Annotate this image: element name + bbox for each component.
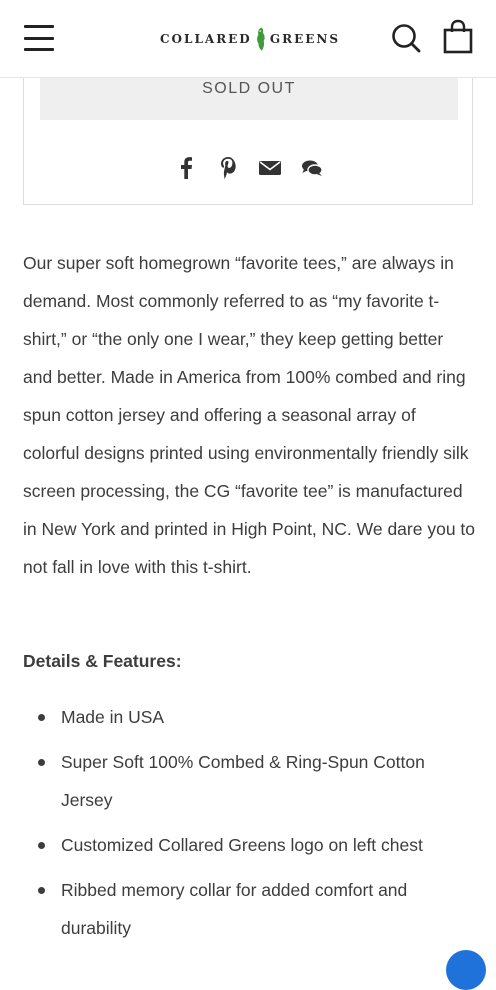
logo-text-right: GREENS bbox=[269, 32, 340, 46]
details-heading: Details & Features: bbox=[23, 651, 182, 671]
share-bar bbox=[174, 154, 324, 182]
logo-text-left: COLLARED bbox=[160, 32, 252, 46]
list-item: Customized Collared Greens logo on left … bbox=[23, 826, 475, 864]
product-description: Our super soft homegrown “favorite tees,… bbox=[23, 253, 476, 577]
chat-icon[interactable] bbox=[446, 950, 486, 990]
comments-icon[interactable] bbox=[300, 156, 324, 180]
list-item: Super Soft 100% Combed & Ring-Spun Cotto… bbox=[23, 743, 475, 819]
list-item: Ribbed memory collar for added comfort a… bbox=[23, 871, 475, 947]
pinterest-icon[interactable] bbox=[216, 156, 240, 180]
email-icon[interactable] bbox=[258, 156, 282, 180]
brand-logo[interactable]: COLLARED GREENS bbox=[160, 24, 340, 54]
site-header: COLLARED GREENS bbox=[0, 0, 496, 78]
product-actions-box: SOLD OUT bbox=[23, 60, 473, 205]
hamburger-menu-icon[interactable] bbox=[24, 25, 54, 51]
shopping-bag-icon[interactable] bbox=[442, 19, 474, 55]
sold-out-label: SOLD OUT bbox=[202, 80, 296, 97]
facebook-icon[interactable] bbox=[174, 156, 198, 180]
features-list: Made in USA Super Soft 100% Combed & Rin… bbox=[23, 698, 475, 954]
search-icon[interactable] bbox=[390, 22, 422, 54]
list-item: Made in USA bbox=[23, 698, 475, 736]
alligator-logo-icon bbox=[256, 27, 265, 51]
